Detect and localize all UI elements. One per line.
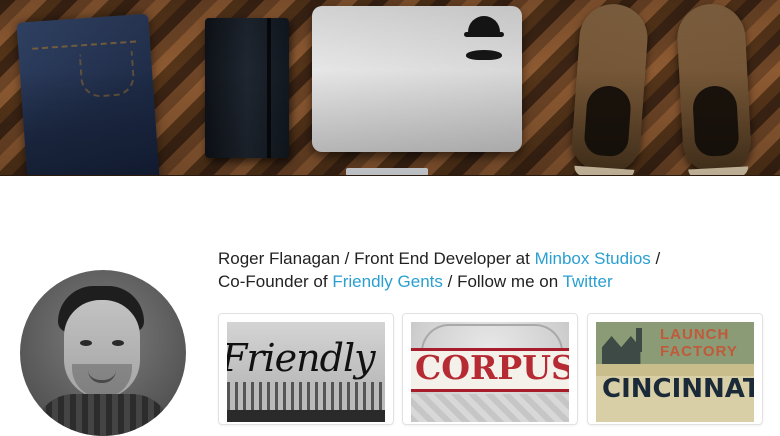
bio-role: Front End Developer at xyxy=(354,249,535,268)
twitter-link[interactable]: Twitter xyxy=(563,272,613,291)
friendly-gents-link[interactable]: Friendly Gents xyxy=(332,272,443,291)
corpus-title-text: CORPUS xyxy=(415,348,569,387)
portfolio-thumbnail: CORPUS xyxy=(411,322,569,422)
bio-name: Roger Flanagan xyxy=(218,249,340,268)
portfolio-card-friendly-gents[interactable]: Friendly Ge xyxy=(218,313,394,425)
bio-separator: / xyxy=(442,272,458,291)
profile-avatar xyxy=(20,270,186,436)
friendly-gents-sign-text: Friendly Ge xyxy=(227,336,385,380)
bio-separator: / xyxy=(650,249,661,268)
bio-follow: Follow me on xyxy=(457,272,563,291)
launch-factory-text: LAUNCH FACTORY xyxy=(660,326,738,360)
cincinnatis-text: CINCINNATI'S xyxy=(602,374,754,404)
portfolio-thumbnail: Friendly Ge xyxy=(227,322,385,422)
portfolio-thumbnail: LAUNCH FACTORY CINCINNATI'S xyxy=(596,322,754,422)
bio-separator: / xyxy=(339,249,355,268)
portfolio-card-launch-factory[interactable]: LAUNCH FACTORY CINCINNATI'S xyxy=(587,313,763,425)
bio-cofounder: Co-Founder of xyxy=(218,272,333,291)
portfolio-card-corpus[interactable]: CORPUS xyxy=(402,313,578,425)
bio-text: Roger Flanagan / Front End Developer at … xyxy=(218,247,738,293)
minbox-studios-link[interactable]: Minbox Studios xyxy=(535,249,651,268)
hero-photo xyxy=(0,0,780,176)
